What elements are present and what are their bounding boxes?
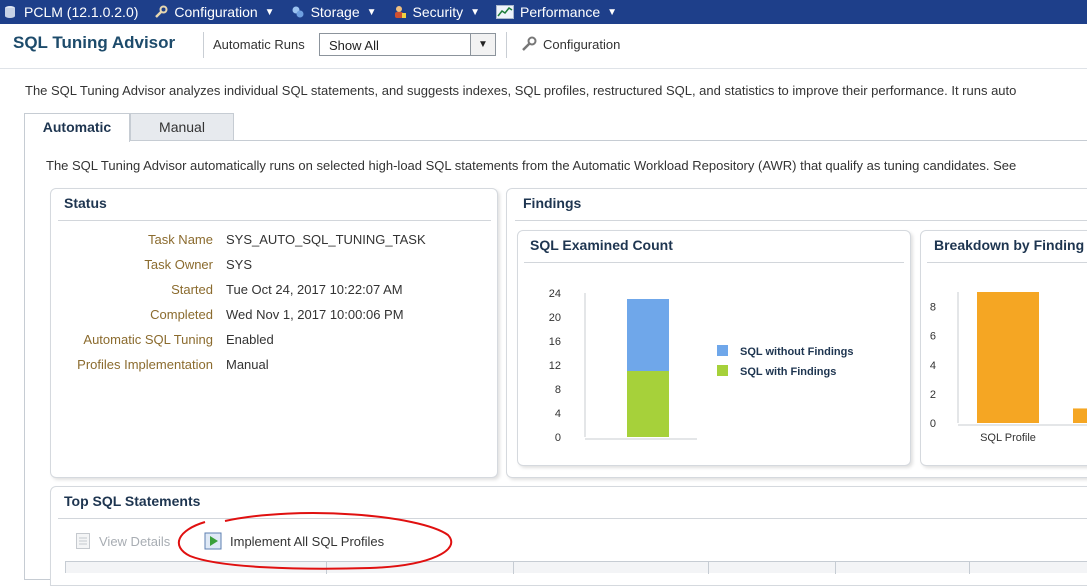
annotation-circle — [178, 512, 453, 570]
tab-automatic[interactable]: Automatic — [24, 113, 130, 142]
